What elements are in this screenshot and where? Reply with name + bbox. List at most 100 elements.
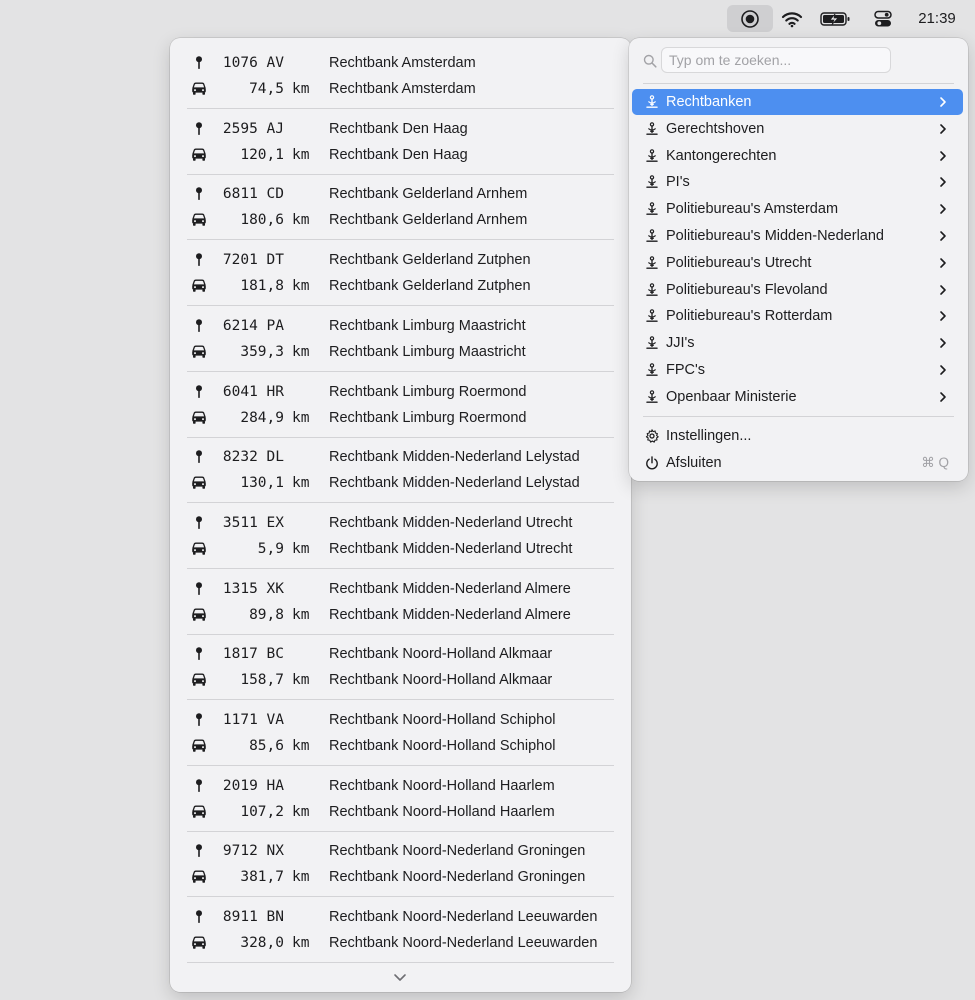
pin-icon: [189, 579, 209, 599]
category-label: JJI's: [666, 335, 695, 352]
list-item[interactable]: 8232 DL Rechtbank Midden-Nederland Lelyst…: [187, 437, 614, 504]
battery-charging-icon[interactable]: [819, 5, 853, 32]
car-icon: [189, 210, 209, 230]
car-icon: [189, 79, 209, 99]
list-item[interactable]: 8911 BN Rechtbank Noord-Nederland Leeuwar…: [187, 897, 614, 964]
pin-icon: [189, 53, 209, 73]
list-item[interactable]: 2595 AJ Rechtbank Den Haag 120,1 km Rechtban…: [187, 109, 614, 175]
menu-item-category[interactable]: JJI's: [632, 330, 963, 356]
list-item[interactable]: 6214 PA Rechtbank Limburg Maastricht 359,3…: [187, 306, 614, 372]
chevron-right-icon: [939, 150, 949, 162]
scales-icon: [644, 174, 660, 190]
list-divider: [187, 962, 614, 964]
distance: 359,3: [240, 343, 284, 360]
pin-icon: [189, 316, 209, 336]
postcode-row: 8232 DL Rechtbank Midden-Nederland Lelyst…: [187, 444, 614, 470]
court-name: Rechtbank Amsterdam: [329, 81, 476, 97]
postcode-row: 6041 HR Rechtbank Limburg Roermond: [187, 379, 614, 405]
distance-row: 158,7 km Rechtbank Noord-Holland Alkmaar: [187, 667, 614, 693]
menu-item-category[interactable]: PI's: [632, 169, 963, 195]
menu-item-category[interactable]: FPC's: [632, 357, 963, 383]
list-item[interactable]: 2019 HA Rechtbank Noord-Holland Haarlem 10…: [187, 766, 614, 832]
menu-bar: 21:39: [0, 0, 975, 37]
menu-item-category[interactable]: Rechtbanken: [632, 89, 963, 115]
category-label: Rechtbanken: [666, 94, 752, 110]
pin-icon: [189, 447, 209, 467]
menu-item-category[interactable]: Politiebureau's Flevoland: [632, 277, 963, 303]
list-item[interactable]: 1315 XK Rechtbank Midden-Nederland Almere…: [187, 569, 614, 635]
court-name: Rechtbank Den Haag: [329, 120, 468, 137]
chevron-right-icon: [939, 337, 949, 349]
category-menu: Rechtbanken Gerechtshoven Kantongerechten P…: [629, 38, 968, 481]
postcode: 6811 CD: [222, 186, 284, 203]
menu-item-category[interactable]: Politiebureau's Utrecht: [632, 250, 963, 276]
distance-unit: km: [292, 803, 310, 820]
scales-icon: [644, 308, 660, 324]
menu-item-category[interactable]: Politiebureau's Rotterdam: [632, 303, 963, 329]
wifi-icon[interactable]: [779, 5, 805, 32]
pin-icon: [189, 907, 209, 927]
list-item[interactable]: 9712 NX Rechtbank Noord-Nederland Groning…: [187, 831, 614, 898]
pin-icon: [189, 119, 209, 139]
car-icon: [189, 473, 209, 493]
scales-icon: [644, 282, 660, 298]
car-icon: [189, 933, 209, 953]
postcode: 9712 NX: [222, 843, 284, 860]
control-center-icon[interactable]: [870, 5, 896, 32]
menu-item-category[interactable]: Politiebureau's Amsterdam: [632, 196, 963, 222]
list-item[interactable]: 1171 VA Rechtbank Noord-Holland Schiphol 8…: [187, 700, 614, 766]
postcode: 1817 BC: [222, 646, 284, 663]
divider: [643, 416, 954, 417]
distance: 107,2: [240, 803, 284, 820]
court-name: Rechtbank Gelderland Arnhem: [329, 212, 528, 229]
postcode: 3511 EX: [222, 514, 284, 531]
postcode-row: 2595 AJ Rechtbank Den Haag: [187, 116, 614, 142]
court-name: Rechtbank Limburg Roermond: [329, 409, 527, 426]
chevron-right-icon: [939, 203, 949, 215]
search-icon: [643, 54, 657, 68]
list-item[interactable]: 7201 DT Rechtbank Gelderland Zutphen 181,8…: [187, 240, 614, 307]
car-icon: [189, 342, 209, 362]
list-item[interactable]: 1817 BC Rechtbank Noord-Holland Alkmaar 15…: [187, 634, 614, 701]
court-name: Rechtbank Gelderland Zutphen: [329, 252, 531, 269]
settings-menu-item[interactable]: Instellingen...: [632, 423, 963, 449]
list-item[interactable]: 6811 CD Rechtbank Gelderland Arnhem 180,6 k…: [187, 174, 614, 241]
list-item[interactable]: 1076 AV Rechtbank Amsterdam 74,5 km Rechtban…: [187, 43, 614, 109]
divider: [643, 83, 954, 84]
category-label: Politiebureau's Flevoland: [666, 281, 828, 298]
distance-row: 89,8 km Rechtbank Midden-Nederland Almere: [187, 602, 614, 628]
postcode: 1315 XK: [222, 580, 284, 597]
record-circle-icon[interactable]: [727, 5, 773, 32]
court-name: Rechtbank Noord-Holland Alkmaar: [329, 672, 553, 689]
menu-item-category[interactable]: Kantongerechten: [632, 143, 963, 169]
distance-row: 85,6 km Rechtbank Noord-Holland Schiphol: [187, 733, 614, 759]
menu-item-category[interactable]: Gerechtshoven: [632, 116, 963, 142]
postcode: 7201 DT: [222, 252, 284, 269]
menu-item-category[interactable]: Politiebureau's Midden-Nederland: [632, 223, 963, 249]
distance-unit: km: [292, 278, 310, 295]
court-name: Rechtbank Noord-Nederland Groningen: [329, 869, 586, 886]
court-name: Rechtbank Midden-Nederland Utrecht: [329, 514, 573, 531]
pin-icon: [189, 382, 209, 402]
distance: 180,6: [240, 212, 284, 229]
court-name: Rechtbank Midden-Nederland Lelystad: [329, 449, 580, 466]
quit-label: Afsluiten: [666, 455, 722, 471]
clock[interactable]: 21:39: [910, 5, 964, 32]
distance: 158,7: [240, 672, 284, 689]
court-name: Rechtbank Den Haag: [329, 146, 468, 163]
car-icon: [189, 736, 209, 756]
list-item[interactable]: 3511 EX Rechtbank Midden-Nederland Utrech…: [187, 503, 614, 569]
list-item[interactable]: 6041 HR Rechtbank Limburg Roermond 284,9 km…: [187, 372, 614, 438]
postcode: 2595 AJ: [222, 120, 284, 137]
category-label: Openbaar Ministerie: [666, 388, 797, 405]
search-input[interactable]: [661, 47, 891, 73]
pin-icon: [189, 644, 209, 664]
distance-row: 181,8 km Rechtbank Gelderland Zutphen: [187, 273, 614, 299]
distance-row: 381,7 km Rechtbank Noord-Nederland Groning…: [187, 864, 614, 890]
scales-icon: [644, 255, 660, 271]
quit-menu-item[interactable]: Afsluiten ⌘ Q: [632, 450, 963, 476]
distance: 381,7: [240, 869, 284, 886]
menu-item-category[interactable]: Openbaar Ministerie: [632, 384, 963, 410]
chevron-down-icon[interactable]: [392, 971, 408, 983]
court-name: Rechtbank Midden-Nederland Almere: [329, 606, 571, 623]
